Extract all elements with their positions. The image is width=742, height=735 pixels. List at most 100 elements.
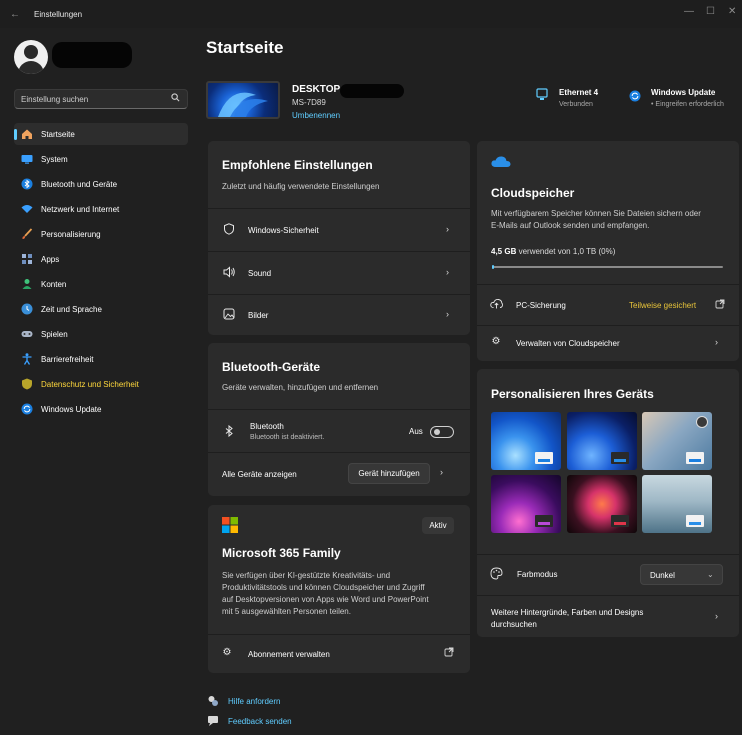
help-link[interactable]: Hilfe anfordern <box>228 697 280 706</box>
maximize-button[interactable]: ☐ <box>706 6 715 17</box>
apps-icon <box>21 253 33 265</box>
search-placeholder: Einstellung suchen <box>21 95 89 104</box>
theme-preview-accent <box>614 459 626 462</box>
home-icon <box>21 128 33 140</box>
palette-icon <box>489 567 503 583</box>
theme-preview-window <box>686 515 704 527</box>
bluetooth-toggle[interactable] <box>430 426 454 438</box>
sidebar-item-label: Netzwerk und Internet <box>41 205 120 214</box>
sidebar-item-startseite[interactable]: Startseite <box>14 123 188 145</box>
m365-body-line: auf Desktopversionen von Apps wie Word u… <box>222 595 429 604</box>
bluetooth-status-text: Bluetooth ist deaktiviert. <box>250 434 325 441</box>
bluetooth-icon <box>222 424 236 440</box>
all-devices-row[interactable]: Alle Geräte anzeigen Gerät hinzufügen › <box>208 453 470 496</box>
page-title: Startseite <box>206 38 284 57</box>
color-mode-label: Farbmodus <box>517 570 558 579</box>
m365-card: Aktiv Microsoft 365 Family Sie verfügen … <box>208 505 470 673</box>
external-link-icon <box>715 299 725 311</box>
recommended-card: Empfohlene Einstellungen Zuletzt und häu… <box>208 141 470 335</box>
m365-body-line: Produktivitätstools und können Cloudspei… <box>222 583 425 592</box>
personalize-title: Personalisieren Ihres Geräts <box>491 387 654 401</box>
theme-preview-window <box>611 515 629 527</box>
redacted-device-suffix <box>340 84 404 98</box>
gamepad-icon <box>21 328 33 340</box>
cloud-storage-card: Cloudspeicher Mit verfügbarem Speicher k… <box>477 141 739 361</box>
storage-used-detail: verwendet von 1,0 TB (0%) <box>518 247 616 256</box>
device-thumbnail <box>206 81 280 119</box>
update-status-title[interactable]: Windows Update <box>651 88 715 97</box>
device-name: DESKTOP <box>292 84 341 95</box>
monitor-icon <box>21 153 33 165</box>
gear-icon: ⚙ <box>222 647 232 658</box>
redacted-username <box>52 42 132 68</box>
sidebar-item-label: Zeit und Sprache <box>41 305 102 314</box>
recommended-row-sound[interactable]: Sound › <box>208 252 470 294</box>
sidebar-item-label: Personalisierung <box>41 230 101 239</box>
rename-link[interactable]: Umbenennen <box>292 111 340 120</box>
settings-window: ← Einstellungen — ☐ ✕ Einstellung suchen… <box>0 0 742 735</box>
shield-icon <box>21 378 33 390</box>
sidebar-item-barrierefreiheit[interactable]: Barrierefreiheit <box>14 348 188 370</box>
recommended-row-sicherheit[interactable]: Windows-Sicherheit › <box>208 209 470 251</box>
external-link-icon <box>444 647 454 659</box>
back-button[interactable]: ← <box>10 9 20 20</box>
globe-clock-icon <box>21 303 33 315</box>
sidebar-item-system[interactable]: System <box>14 148 188 170</box>
theme-preview-accent <box>538 459 550 462</box>
sidebar-item-spielen[interactable]: Spielen <box>14 323 188 345</box>
bluetooth-toggle-row: Bluetooth Bluetooth ist deaktiviert. Aus <box>208 410 470 452</box>
more-backgrounds-row[interactable]: Weitere Hintergründe, Farben und Designs… <box>477 596 739 637</box>
color-mode-row: Farbmodus Dunkel ⌄ <box>477 555 739 595</box>
gear-icon: ⚙ <box>491 336 501 347</box>
wallpaper-thumb[interactable] <box>642 475 712 533</box>
network-status-sub: Verbunden <box>559 101 593 108</box>
storage-progress-bar <box>492 265 723 269</box>
search-input[interactable]: Einstellung suchen <box>14 89 188 109</box>
wallpaper-thumb[interactable] <box>642 412 712 470</box>
sidebar-item-label: Konten <box>41 280 67 289</box>
sidebar-item-label: Startseite <box>41 130 75 139</box>
bluetooth-card: Bluetooth-Geräte Geräte verwalten, hinzu… <box>208 343 470 496</box>
active-badge: Aktiv <box>422 517 454 534</box>
sidebar-item-datenschutz[interactable]: Datenschutz und Sicherheit <box>14 373 188 395</box>
wallpaper-thumb[interactable] <box>567 475 637 533</box>
close-button[interactable]: ✕ <box>728 6 736 17</box>
bluetooth-label: Bluetooth <box>250 422 284 431</box>
wallpaper-thumb[interactable] <box>567 412 637 470</box>
color-mode-select[interactable]: Dunkel ⌄ <box>640 564 723 585</box>
manage-cloud-row[interactable]: ⚙ Verwalten von Cloudspeicher › <box>477 326 739 361</box>
row-label: Sound <box>248 269 272 278</box>
wallpaper-thumb[interactable] <box>491 412 561 470</box>
feedback-link[interactable]: Feedback senden <box>228 717 292 726</box>
sidebar-item-label: Barrierefreiheit <box>41 355 94 364</box>
sidebar-item-bluetooth[interactable]: Bluetooth und Geräte <box>14 173 188 195</box>
add-device-button[interactable]: Gerät hinzufügen <box>348 463 430 484</box>
sidebar-item-konten[interactable]: Konten <box>14 273 188 295</box>
sidebar-item-personalisierung[interactable]: Personalisierung <box>14 223 188 245</box>
active-indicator <box>14 129 17 140</box>
chevron-right-icon: › <box>440 467 443 477</box>
pc-backup-row[interactable]: PC-Sicherung Teilweise gesichert <box>477 285 739 325</box>
help-icon <box>207 695 219 709</box>
account-icon <box>21 278 33 290</box>
sidebar-item-label: Datenschutz und Sicherheit <box>41 380 139 389</box>
storage-used-amount: 4,5 GB <box>491 247 517 256</box>
update-icon <box>21 403 33 415</box>
theme-preview-window <box>686 452 704 464</box>
device-model: MS-7D89 <box>292 98 326 107</box>
recommended-row-bilder[interactable]: Bilder › <box>208 295 470 335</box>
sidebar-item-zeit-sprache[interactable]: Zeit und Sprache <box>14 298 188 320</box>
sidebar-item-windows-update[interactable]: Windows Update <box>14 398 188 420</box>
minimize-button[interactable]: — <box>684 6 694 17</box>
wallpaper-thumb[interactable] <box>491 475 561 533</box>
feedback-icon <box>207 715 219 729</box>
sidebar-item-network[interactable]: Netzwerk und Internet <box>14 198 188 220</box>
avatar[interactable] <box>14 40 48 74</box>
color-mode-value: Dunkel <box>650 571 675 580</box>
manage-subscription-row[interactable]: ⚙ Abonnement verwalten <box>208 635 470 673</box>
bluetooth-card-title: Bluetooth-Geräte <box>222 360 321 374</box>
sidebar-item-apps[interactable]: Apps <box>14 248 188 270</box>
search-icon <box>171 93 180 104</box>
more-backgrounds-line: Weitere Hintergründe, Farben und Designs <box>491 608 644 617</box>
network-status-title[interactable]: Ethernet 4 <box>559 88 598 97</box>
